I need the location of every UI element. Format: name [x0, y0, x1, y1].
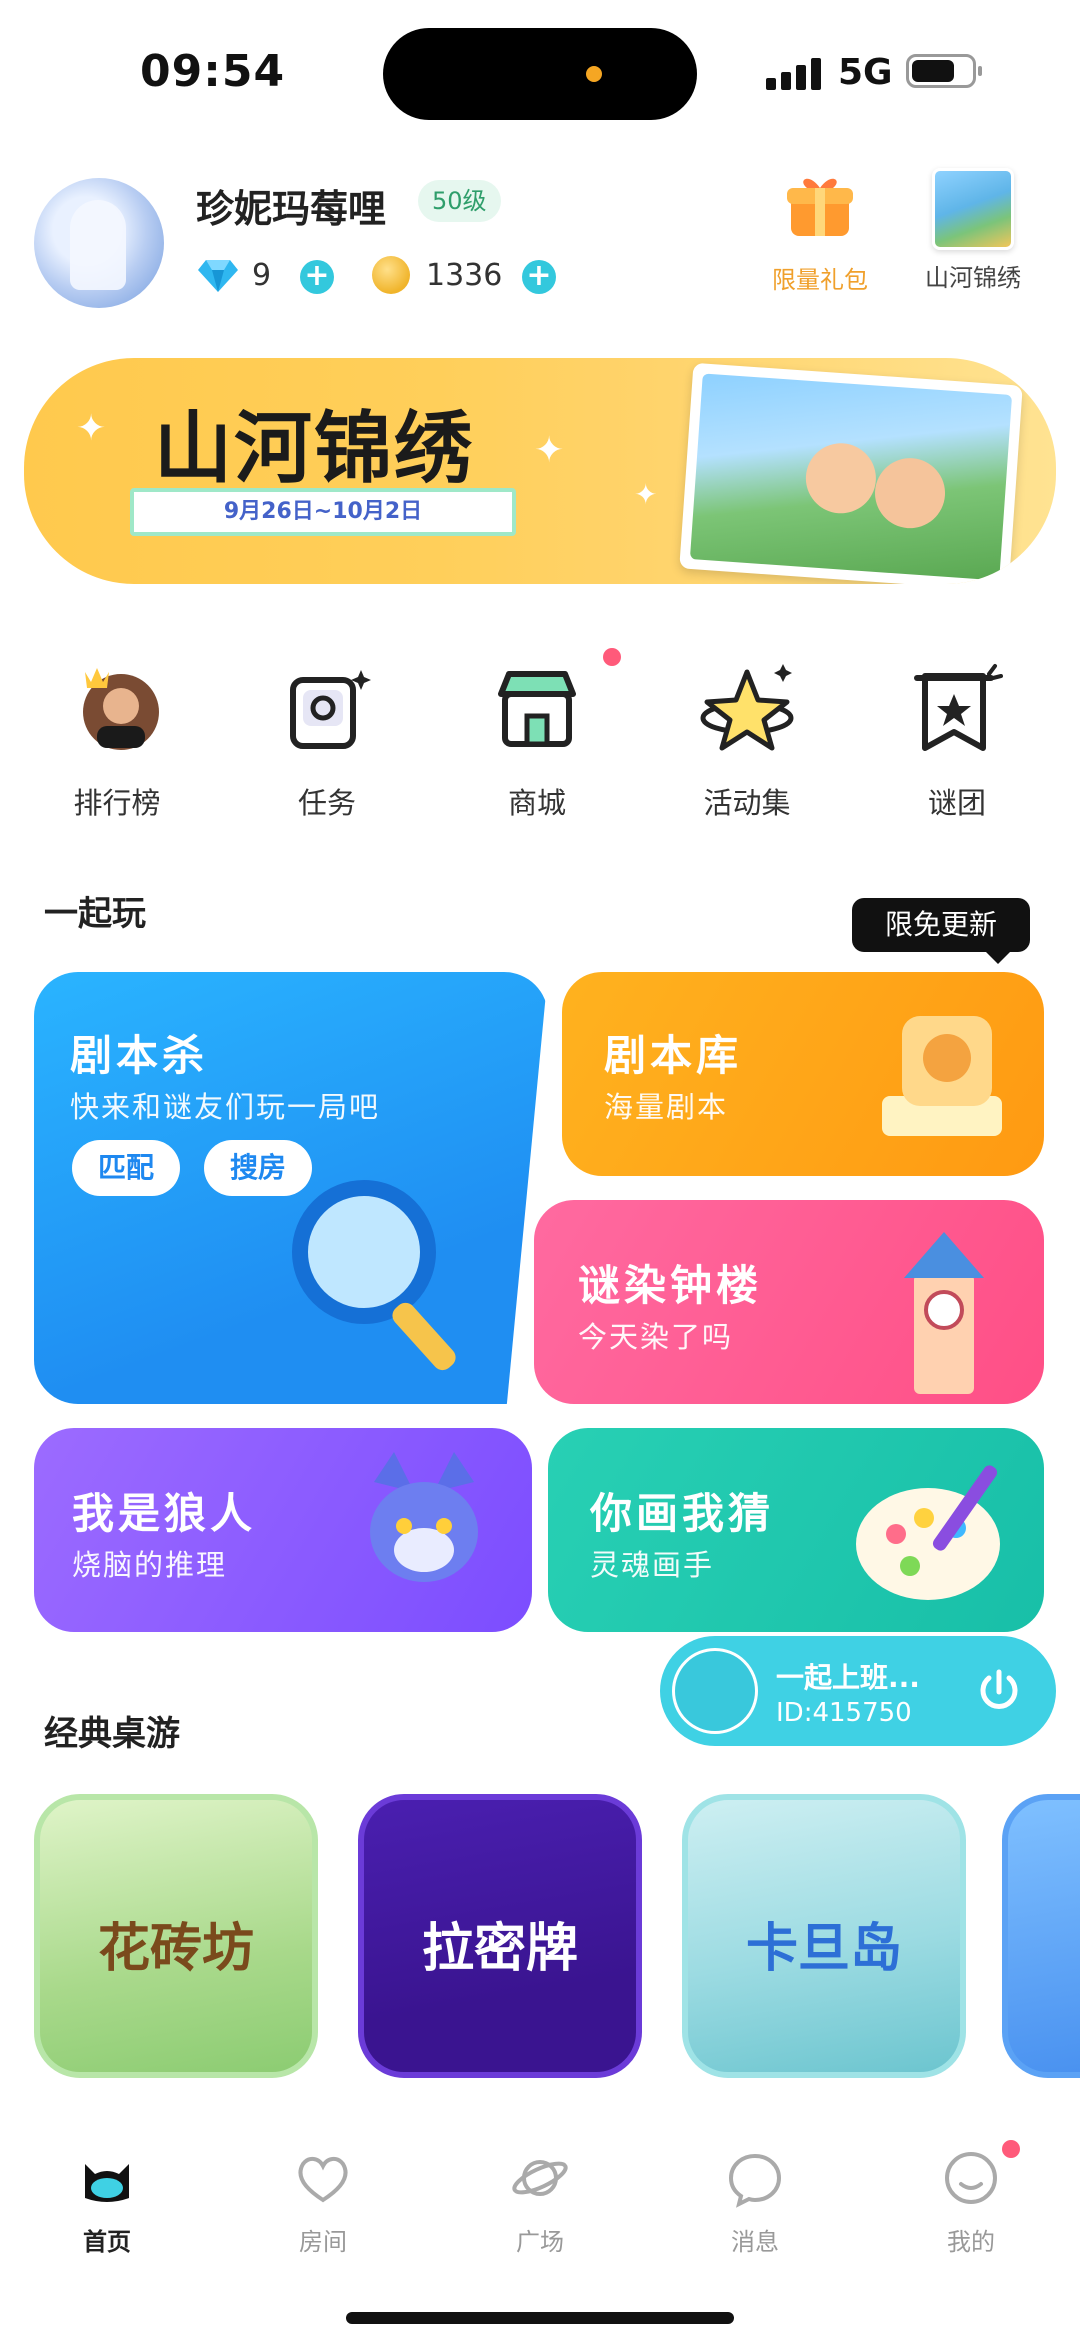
limited-gift-button[interactable]: 限量礼包 — [770, 172, 870, 295]
room-avatar — [672, 1648, 758, 1734]
script-kill-card[interactable]: 剧本杀 快来和谜友们玩一局吧 匹配 搜房 — [34, 972, 548, 1404]
quick-link-events[interactable]: 活动集 — [672, 660, 822, 822]
game-tile[interactable]: 花砖坊 — [34, 1794, 318, 2078]
card-title: 谜染钟楼 — [578, 1261, 763, 1310]
star-icon — [700, 664, 794, 751]
add-diamond-button[interactable]: + — [300, 260, 334, 294]
wolf-mascot-icon — [370, 1452, 478, 1582]
card-subtitle: 海量剧本 — [604, 1090, 729, 1124]
add-coin-button[interactable]: + — [522, 260, 556, 294]
heart-icon — [298, 2157, 348, 2203]
section-title-play-together: 一起玩 — [44, 894, 146, 934]
tab-me[interactable]: 我的 — [906, 2140, 1036, 2257]
quick-link-mystery-group[interactable]: 谜团 — [882, 660, 1032, 822]
planet-icon — [512, 2160, 568, 2196]
tab-label: 房间 — [299, 2228, 347, 2256]
match-button[interactable]: 匹配 — [72, 1140, 181, 1196]
tab-home[interactable]: 首页 — [42, 2148, 172, 2257]
draw-guess-card[interactable]: 你画我猜 灵魂画手 — [548, 1428, 1044, 1632]
event-thumbnail — [932, 168, 1014, 250]
magnifier-icon — [292, 1180, 456, 1371]
quick-link-label: 商城 — [507, 786, 566, 820]
network-type: 5G — [838, 52, 893, 93]
chat-bubble-icon — [728, 2153, 782, 2208]
card-subtitle: 今天染了吗 — [578, 1320, 734, 1354]
coin-icon — [372, 256, 410, 294]
free-update-tooltip: 限免更新 — [852, 898, 1030, 964]
game-tile[interactable]: 卡旦岛 — [682, 1794, 966, 2078]
mall-notification-dot — [603, 648, 621, 666]
quick-link-label: 排行榜 — [73, 786, 161, 820]
clock-tower-card[interactable]: 谜染钟楼 今天染了吗 — [534, 1200, 1044, 1404]
book-stack-icon — [882, 1016, 1002, 1136]
coin-count: 1336 — [426, 258, 503, 293]
tab-messages[interactable]: 消息 — [690, 2148, 820, 2257]
card-subtitle: 烧脑的推理 — [72, 1548, 228, 1582]
tab-label: 首页 — [83, 2228, 131, 2256]
card-subtitle: 灵魂画手 — [590, 1548, 715, 1582]
quick-link-label: 活动集 — [703, 786, 791, 820]
username: 珍妮玛莓哩 — [196, 187, 387, 231]
status-bar: 09:54 5G — [0, 0, 1080, 150]
game-name: 花砖坊 — [97, 1919, 254, 1979]
banner-illustration — [679, 362, 1023, 584]
event-banner[interactable]: ✦ ✦ ✦ 山河锦绣 9月26日~10月2日 — [24, 358, 1056, 584]
game-name: 拉密牌 — [421, 1919, 578, 1979]
script-library-card[interactable]: 剧本库 海量剧本 — [562, 972, 1044, 1176]
home-indicator — [346, 2312, 734, 2324]
flag-star-icon — [914, 664, 1003, 751]
room-name: 一起上班... — [776, 1661, 920, 1694]
smiley-icon — [945, 2152, 997, 2204]
status-time: 09:54 — [140, 46, 286, 97]
gift-icon — [787, 178, 853, 236]
tab-plaza[interactable]: 广场 — [475, 2148, 605, 2257]
quick-link-leaderboard[interactable]: 排行榜 — [42, 660, 192, 822]
privacy-indicator-icon — [586, 66, 602, 82]
bottom-tab-bar: 首页 房间 广场 消息 我的 — [0, 2118, 1080, 2341]
battery-icon — [906, 54, 982, 88]
dynamic-island — [383, 28, 697, 120]
banner-date: 9月26日~10月2日 — [130, 488, 516, 536]
user-avatar[interactable] — [34, 178, 164, 308]
diamond-icon — [198, 260, 238, 292]
card-title: 剧本库 — [604, 1031, 743, 1080]
diamond-count: 9 — [252, 258, 272, 293]
quick-link-tasks[interactable]: 任务 — [252, 660, 402, 822]
tab-rooms[interactable]: 房间 — [258, 2148, 388, 2257]
card-title: 剧本杀 — [70, 1031, 209, 1080]
signal-icon — [766, 56, 826, 90]
banner-title: 山河锦绣 — [154, 404, 475, 494]
power-icon[interactable] — [974, 1666, 1024, 1716]
tab-label: 我的 — [947, 2228, 995, 2256]
leaderboard-avatar-icon — [83, 668, 159, 750]
current-room-pill[interactable]: 一起上班... ID:415750 — [660, 1636, 1056, 1746]
tab-label: 广场 — [516, 2228, 564, 2256]
werewolf-card[interactable]: 我是狼人 烧脑的推理 — [34, 1428, 532, 1632]
clock-tower-icon — [904, 1232, 984, 1394]
quick-link-mall[interactable]: 商城 — [462, 648, 621, 822]
room-id: ID:415750 — [776, 1698, 912, 1728]
palette-icon — [856, 1465, 1000, 1600]
home-cat-icon — [85, 2164, 129, 2202]
section-title-classic-games: 经典桌游 — [44, 1714, 180, 1754]
tab-label: 消息 — [731, 2228, 779, 2256]
level-badge: 50级 — [418, 180, 501, 222]
me-notification-dot — [1002, 2140, 1020, 2158]
quick-link-label: 谜团 — [927, 786, 986, 820]
event-shortcut[interactable]: 山河锦绣 — [918, 168, 1028, 293]
game-tile[interactable]: 拉密牌 — [358, 1794, 642, 2078]
game-tile-partial[interactable] — [1002, 1794, 1080, 2078]
quick-link-label: 任务 — [297, 786, 356, 820]
card-title: 我是狼人 — [72, 1489, 257, 1538]
gift-label: 限量礼包 — [772, 266, 868, 294]
game-name: 卡旦岛 — [745, 1919, 902, 1979]
event-label: 山河锦绣 — [925, 264, 1021, 292]
card-subtitle: 快来和谜友们玩一局吧 — [70, 1090, 381, 1124]
card-title: 你画我猜 — [590, 1489, 775, 1538]
task-book-icon — [290, 670, 371, 749]
shop-icon — [498, 671, 576, 747]
